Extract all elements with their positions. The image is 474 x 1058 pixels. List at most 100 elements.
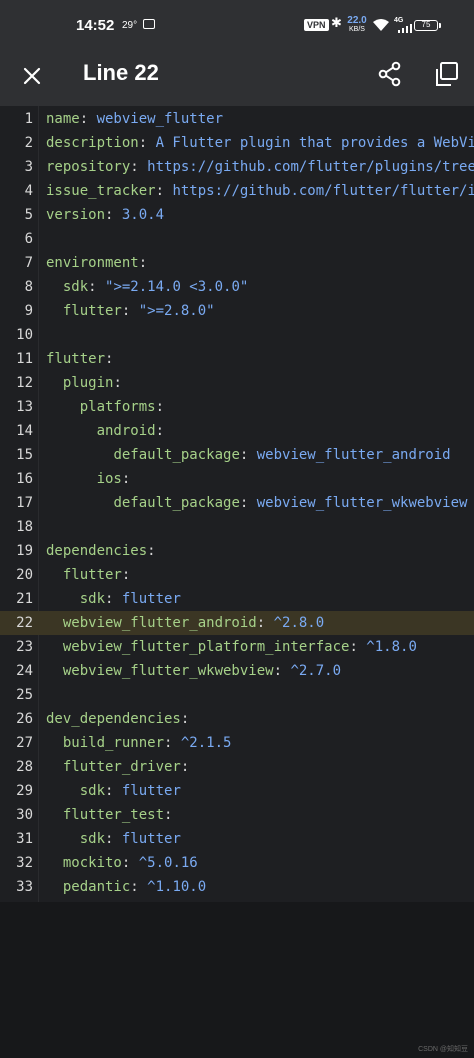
yaml-value: ">=2.14.0 <3.0.0" <box>105 279 249 295</box>
yaml-separator: : <box>121 855 139 871</box>
page-title: Line 22 <box>83 60 159 85</box>
signal-icon <box>398 24 412 33</box>
yaml-separator: : <box>138 135 156 151</box>
yaml-key: repository <box>46 159 131 175</box>
yaml-separator: : <box>105 207 122 223</box>
line-text: sdk: flutter <box>46 587 181 611</box>
yaml-value: ">=2.8.0" <box>138 303 215 319</box>
yaml-value: webview_flutter <box>96 111 224 127</box>
code-line: 28 flutter_driver: <box>0 755 474 779</box>
line-number: 23 <box>16 639 33 655</box>
yaml-value: ^2.1.5 <box>180 735 232 751</box>
yaml-key: webview_flutter_platform_interface <box>62 639 350 655</box>
code-line: 5 version: 3.0.4 <box>0 203 474 227</box>
code-line: 33 pedantic: ^1.10.0 <box>0 875 474 899</box>
line-text: environment: <box>46 251 147 275</box>
line-text: default_package: webview_flutter_wkwebvi… <box>46 491 467 515</box>
line-text: version: 3.0.4 <box>46 203 164 227</box>
yaml-key: build_runner <box>62 735 165 751</box>
yaml-value: ^2.8.0 <box>273 615 325 631</box>
close-button[interactable] <box>18 62 46 90</box>
yaml-separator: : <box>105 783 122 799</box>
status-temperature: 29° <box>122 20 138 31</box>
code-line: 16 ios: <box>0 467 474 491</box>
yaml-key: sdk <box>79 591 106 607</box>
yaml-key: mockito <box>62 855 122 871</box>
yaml-separator: : <box>130 879 148 895</box>
yaml-separator: : <box>155 399 165 415</box>
code-line: 10 <box>0 323 474 347</box>
yaml-value: ^1.10.0 <box>147 879 207 895</box>
yaml-separator: : <box>121 567 131 583</box>
code-line: 18 <box>0 515 474 539</box>
yaml-key: flutter <box>62 567 122 583</box>
code-line: 15 default_package: webview_flutter_andr… <box>0 443 474 467</box>
code-line: 6 <box>0 227 474 251</box>
yaml-key: dev_dependencies <box>46 711 181 727</box>
yaml-value: 3.0.4 <box>121 207 165 223</box>
line-number: 16 <box>16 471 33 487</box>
code-viewer[interactable]: 1 name: webview_flutter 2 description: A Fl… <box>0 106 474 902</box>
code-line: 4 issue_tracker: https://github.com/flutt… <box>0 179 474 203</box>
line-number: 7 <box>24 255 33 271</box>
line-number: 4 <box>24 183 33 199</box>
line-number: 26 <box>16 711 33 727</box>
code-line: 14 android: <box>0 419 474 443</box>
yaml-separator: : <box>130 159 148 175</box>
line-text: android: <box>46 419 164 443</box>
line-number: 28 <box>16 759 33 775</box>
yaml-value: ^1.8.0 <box>366 639 417 655</box>
line-number: 11 <box>16 351 33 367</box>
line-number: 14 <box>16 423 33 439</box>
line-number: 1 <box>24 111 33 127</box>
net-speed-value: 22.0 <box>347 15 367 26</box>
line-text: ios: <box>46 467 131 491</box>
yaml-separator: : <box>349 639 367 655</box>
line-number: 25 <box>16 687 33 703</box>
yaml-key: default_package <box>113 447 240 463</box>
yaml-key: platforms <box>79 399 156 415</box>
share-icon <box>378 61 401 87</box>
yaml-key: flutter_test <box>62 807 165 823</box>
share-button[interactable] <box>376 60 404 88</box>
yaml-key: webview_flutter_android <box>62 615 257 631</box>
copy-button[interactable] <box>432 60 460 88</box>
line-number: 2 <box>24 135 33 151</box>
line-number: 21 <box>16 591 33 607</box>
yaml-key: pedantic <box>62 879 131 895</box>
line-text: flutter: <box>46 347 113 371</box>
code-line: 21 sdk: flutter <box>0 587 474 611</box>
code-line: 22 webview_flutter_android: ^2.8.0 <box>0 611 474 635</box>
code-line: 9 flutter: ">=2.8.0" <box>0 299 474 323</box>
yaml-key: sdk <box>79 783 106 799</box>
code-line: 7 environment: <box>0 251 474 275</box>
code-line: 17 default_package: webview_flutter_wkwe… <box>0 491 474 515</box>
yaml-separator: : <box>273 663 291 679</box>
code-line: 23 webview_flutter_platform_interface: ^… <box>0 635 474 659</box>
code-line: 19 dependencies: <box>0 539 474 563</box>
battery-tip <box>439 23 441 28</box>
yaml-key: plugin <box>62 375 114 391</box>
yaml-separator: : <box>79 111 97 127</box>
line-text: flutter: ">=2.8.0" <box>46 299 215 323</box>
line-number: 5 <box>24 207 33 223</box>
watermark: CSDN @知知豆 <box>418 1046 468 1053</box>
line-number: 33 <box>16 879 33 895</box>
yaml-separator: : <box>113 375 122 391</box>
code-line: 1 name: webview_flutter <box>0 107 474 131</box>
line-text: webview_flutter_android: ^2.8.0 <box>46 611 324 635</box>
line-text: plugin: <box>46 371 122 395</box>
line-text: webview_flutter_wkwebview: ^2.7.0 <box>46 659 341 683</box>
yaml-key: sdk <box>79 831 106 847</box>
line-number: 18 <box>16 519 33 535</box>
